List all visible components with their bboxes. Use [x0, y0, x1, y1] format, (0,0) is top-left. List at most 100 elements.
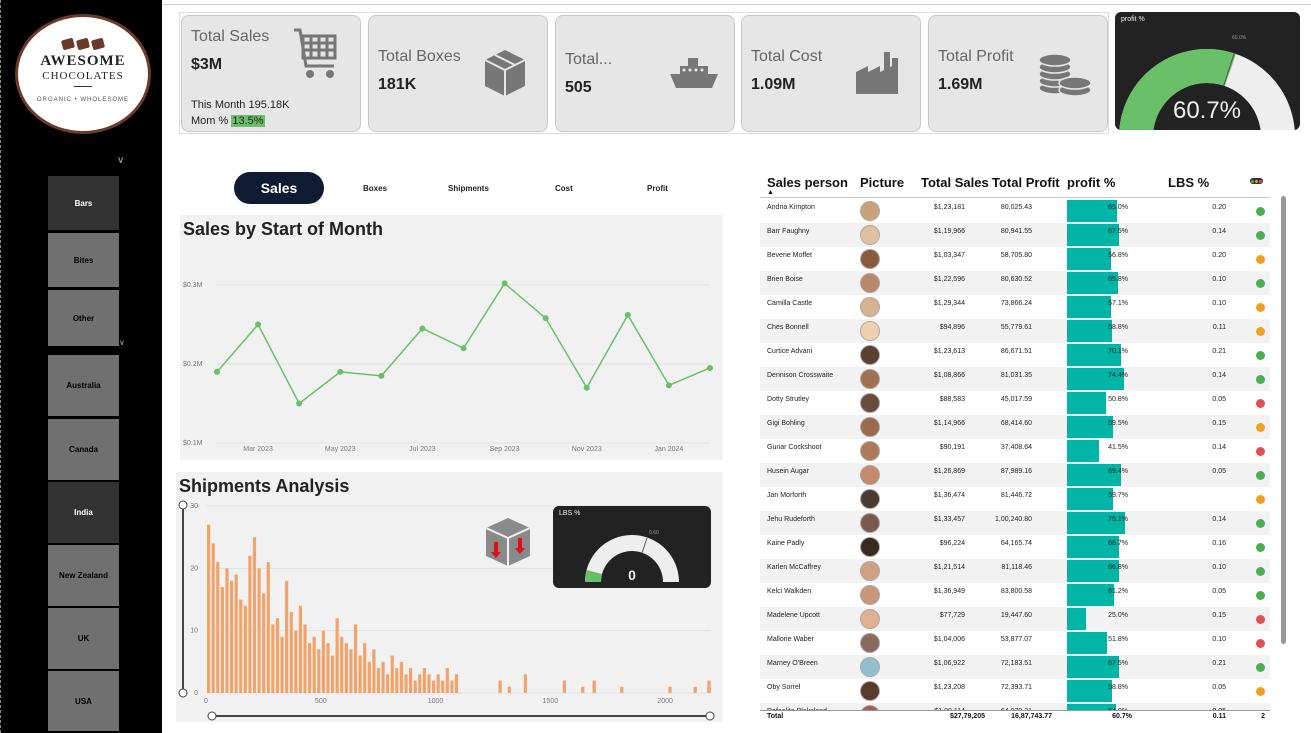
cell-profit-pct: 67.5%	[1108, 228, 1128, 235]
data-point	[255, 321, 262, 328]
cell-sales-person: Jehu Rudeforth	[767, 516, 815, 523]
table-row[interactable]: Mallorie Waber $1,04,006 53,877.07 51.8% 0.1…	[760, 631, 1270, 655]
cell-profit-pct: 25.0%	[1108, 612, 1128, 619]
data-point	[542, 315, 549, 322]
x-tick-label: 500	[315, 698, 327, 705]
shipment-bar	[409, 668, 413, 693]
coins-icon	[1037, 52, 1093, 103]
cell-profit-pct: 57.1%	[1108, 300, 1128, 307]
sort-asc-icon[interactable]: ▲	[767, 189, 774, 196]
status-indicator-icon	[1256, 255, 1265, 264]
cell-lbs-pct: 0.16	[1212, 540, 1226, 547]
shipment-bar	[298, 605, 303, 693]
slicer-category-bars[interactable]: Bars	[48, 176, 119, 230]
tab-profit[interactable]: Profit	[647, 184, 668, 193]
shipment-bar	[303, 624, 307, 693]
slicer-category-other[interactable]: Other	[48, 290, 119, 346]
y-tick-label: 10	[190, 628, 198, 635]
box-icon	[483, 48, 527, 103]
status-indicator-icon	[1256, 471, 1265, 480]
header-lbs-pct[interactable]: LBS %	[1168, 175, 1209, 190]
table-row[interactable]: Kaine Padly $96,224 64,165.74 66.7% 0.16	[760, 535, 1270, 559]
cell-profit-pct: 67.5%	[1108, 660, 1128, 667]
cell-lbs-pct: 0.10	[1212, 564, 1226, 571]
tab-shipments[interactable]: Shipments	[448, 184, 489, 193]
profit-gauge-card: profit % 60.0% 60.7%	[1115, 12, 1300, 137]
cell-lbs-pct: 0.21	[1212, 660, 1226, 667]
table-row[interactable]: Gunar Cockshoot $90,191 37,408.64 41.5% 0.14	[760, 439, 1270, 463]
chevron-down-icon[interactable]: ∨	[117, 155, 124, 166]
table-row[interactable]: Karlen McCaffrey $1,21,514 81,118.46 66.8% 0…	[760, 559, 1270, 583]
cell-sales-person: Karlen McCaffrey	[767, 564, 821, 571]
table-scrollbar[interactable]	[1281, 196, 1286, 644]
table-row[interactable]: Barr Faughny $1,19,966 80,941.55 67.5% 0.14	[760, 223, 1270, 247]
header-total-sales[interactable]: Total Sales	[921, 175, 989, 190]
cell-total-profit: 86,671.51	[1000, 348, 1032, 355]
avatar	[860, 369, 880, 389]
table-row[interactable]: Camilla Castle $1,29,344 73,866.24 57.1% 0.1…	[760, 295, 1270, 319]
cell-lbs-pct: 0.15	[1212, 612, 1226, 619]
table-row[interactable]: Brien Boise $1,22,596 80,630.52 65.8% 0.10	[760, 271, 1270, 295]
sales-line-chart: $0.1M $0.2M $0.3M Mar 2023 May 2023 Jul 2023 S…	[183, 280, 713, 453]
cell-total-sales: $1,36,474	[933, 492, 965, 499]
cell-total-profit: 58,705.80	[1000, 252, 1032, 259]
cell-sales-person: Dennison Crosswaite	[767, 372, 834, 379]
profit-pct-databar	[1067, 248, 1111, 270]
cell-total-sales: $1,04,006	[933, 636, 965, 643]
chevron-down-icon[interactable]: ∨	[119, 338, 125, 347]
shipment-bar	[620, 686, 624, 693]
shipment-bar	[498, 680, 502, 693]
table-row[interactable]: Andria Kimpton $1,23,181 80,025.43 65.0% 0.2…	[760, 199, 1270, 223]
cell-lbs-pct: 0.05	[1212, 684, 1226, 691]
slider-handle	[207, 711, 217, 721]
slider-handle	[705, 711, 715, 721]
slicer-country-new-zealand[interactable]: New Zealand	[48, 545, 119, 606]
header-picture[interactable]: Picture	[860, 175, 904, 190]
cell-total-profit: 19,447.60	[1000, 612, 1032, 619]
slicer-category-bites[interactable]: Bites	[48, 233, 119, 287]
shipment-bar	[376, 668, 381, 693]
slicer-country-canada[interactable]: Canada	[48, 419, 119, 480]
cell-sales-person: Kelci Walkden	[767, 588, 812, 595]
table-row[interactable]: Jan Morforth $1,36,474 81,446.72 59.7%	[760, 487, 1270, 511]
table-row[interactable]: Ches Bonnell $94,896 55,779.61 58.8% 0.11	[760, 319, 1270, 343]
table-row[interactable]: Dotty Strutley $88,583 45,017.59 50.8% 0.05	[760, 391, 1270, 415]
shipment-bar	[693, 686, 697, 693]
y-tick-label: 0	[194, 690, 198, 697]
cell-total-profit: 64,165.74	[1000, 540, 1032, 547]
logo-line2: CHOCOLATES	[42, 70, 124, 82]
table-row[interactable]: Dennison Crosswaite $1,08,866 81,031.35 74.…	[760, 367, 1270, 391]
tab-sales[interactable]: Sales	[234, 172, 324, 204]
shipment-bar	[220, 587, 224, 693]
table-row[interactable]: Gigi Bohling $1,14,966 68,414.60 59.5% 0.15	[760, 415, 1270, 439]
slicer-country-australia[interactable]: Australia	[48, 355, 119, 416]
tab-cost[interactable]: Cost	[555, 184, 573, 193]
data-point	[624, 312, 631, 319]
header-profit-pct[interactable]: profit %	[1067, 175, 1115, 190]
table-row[interactable]: Marney O'Breen $1,06,922 72,183.51 67.5% 0.2…	[760, 655, 1270, 679]
table-row[interactable]: Madelene Upcott $77,729 19,447.60 25.0% 0.15	[760, 607, 1270, 631]
slicer-country-uk[interactable]: UK	[48, 608, 119, 669]
profit-pct-databar	[1067, 440, 1099, 462]
shipment-bar	[390, 655, 394, 693]
total-profit-pct: 60.7%	[1112, 713, 1132, 720]
table-row[interactable]: Curtice Advani $1,23,613 86,671.51 70.1% 0.2…	[760, 343, 1270, 367]
box-down-arrow-icon	[484, 516, 532, 573]
header-total-profit[interactable]: Total Profit	[992, 175, 1060, 190]
kpi-value: 1.09M	[751, 76, 796, 93]
table-row[interactable]: Jehu Rudeforth $1,33,457 1,00,240.80 75.1% 0…	[760, 511, 1270, 535]
shipment-bar	[271, 624, 275, 693]
cell-sales-person: Brien Boise	[767, 276, 803, 283]
slicer-country-usa[interactable]: USA	[48, 671, 119, 731]
header-sales-person[interactable]: Sales person	[767, 175, 848, 190]
table-row[interactable]: Kelci Walkden $1,36,949 83,800.58 61.2% 0.05	[760, 583, 1270, 607]
factory-icon	[854, 50, 900, 101]
slider-handle	[178, 500, 188, 510]
table-row[interactable]: Oby Sorrel $1,23,208 72,393.71 58.8% 0.05	[760, 679, 1270, 703]
slicer-country-india[interactable]: India	[48, 482, 119, 543]
tab-boxes[interactable]: Boxes	[363, 184, 387, 193]
shipment-bar	[441, 680, 445, 693]
table-row[interactable]: Husein Augar $1,26,869 87,989.16 69.4% 0.05	[760, 463, 1270, 487]
avatar	[860, 249, 880, 269]
table-row[interactable]: Beverie Moffet $1,03,347 58,705.80 56.8% 0.2…	[760, 247, 1270, 271]
